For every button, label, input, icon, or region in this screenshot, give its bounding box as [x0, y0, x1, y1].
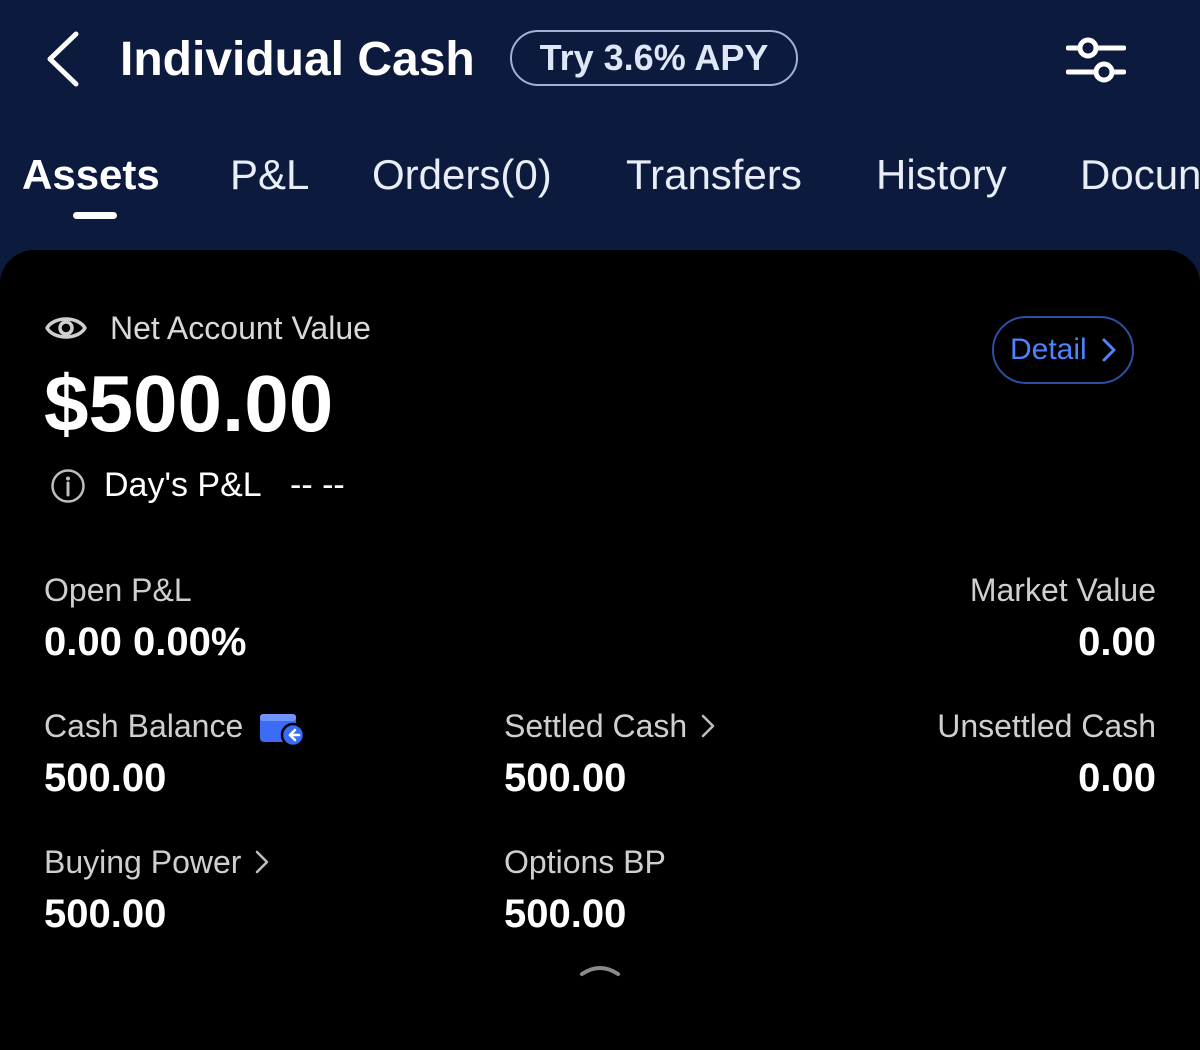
page-title: Individual Cash	[120, 33, 475, 86]
days-pl-label: Day's P&L	[104, 466, 262, 504]
chevron-up-icon[interactable]	[578, 956, 622, 980]
chevron-left-icon	[47, 31, 79, 87]
settled-cash-link[interactable]: Settled Cash	[504, 706, 715, 746]
info-icon[interactable]	[50, 468, 86, 504]
detail-button[interactable]: Detail	[992, 316, 1134, 384]
unsettled-cash-label: Unsettled Cash	[937, 708, 1156, 744]
net-account-value: $500.00	[44, 359, 334, 448]
account-page: Individual Cash Try 3.6% APY Assets P&L …	[0, 0, 1200, 1050]
settled-cash-value: 500.00	[504, 756, 627, 800]
tab-bar: Assets P&L Orders(0) Transfers History D…	[0, 140, 1200, 230]
cash-balance-value: 500.00	[44, 756, 167, 800]
tab-documents[interactable]: Docun	[1080, 150, 1200, 200]
buying-power-label: Buying Power	[44, 844, 242, 880]
quick-action-buttons-partial	[0, 1030, 1200, 1050]
days-pl-value: -- --	[290, 466, 345, 504]
filter-button[interactable]	[1065, 36, 1127, 84]
open-pl-value: 0.00 0.00%	[44, 620, 247, 664]
cash-balance-label: Cash Balance	[44, 708, 244, 744]
tab-history[interactable]: History	[876, 150, 1007, 200]
open-pl-label: Open P&L	[44, 572, 192, 608]
options-bp-label: Options BP	[504, 844, 666, 880]
chevron-right-icon	[256, 850, 269, 873]
market-value-label: Market Value	[969, 572, 1156, 608]
net-account-value-label: Net Account Value	[110, 310, 371, 346]
tab-pl[interactable]: P&L	[230, 150, 309, 200]
chevron-right-icon	[701, 714, 715, 737]
settled-cash-label: Settled Cash	[504, 708, 688, 744]
buying-power-value: 500.00	[44, 892, 167, 936]
active-tab-indicator	[73, 212, 117, 219]
unsettled-cash-value: 0.00	[1078, 756, 1156, 800]
market-value-value: 0.00	[1078, 620, 1156, 664]
sliders-icon	[1065, 37, 1127, 83]
tab-orders[interactable]: Orders(0)	[372, 150, 552, 200]
tab-transfers[interactable]: Transfers	[626, 150, 802, 200]
assets-card: Net Account Value $500.00 Detail Day's P…	[0, 250, 1200, 1050]
back-button[interactable]	[40, 28, 90, 90]
options-bp-value: 500.00	[504, 892, 627, 936]
tab-assets[interactable]: Assets	[22, 150, 160, 200]
wallet-transfer-icon[interactable]	[258, 708, 306, 748]
top-header: Individual Cash Try 3.6% APY	[0, 0, 1200, 120]
apy-promo-badge[interactable]: Try 3.6% APY	[510, 30, 798, 86]
eye-icon[interactable]	[44, 310, 88, 346]
buying-power-link[interactable]: Buying Power	[44, 842, 269, 882]
detail-label: Detail	[1010, 333, 1087, 366]
chevron-right-icon	[1102, 338, 1116, 362]
